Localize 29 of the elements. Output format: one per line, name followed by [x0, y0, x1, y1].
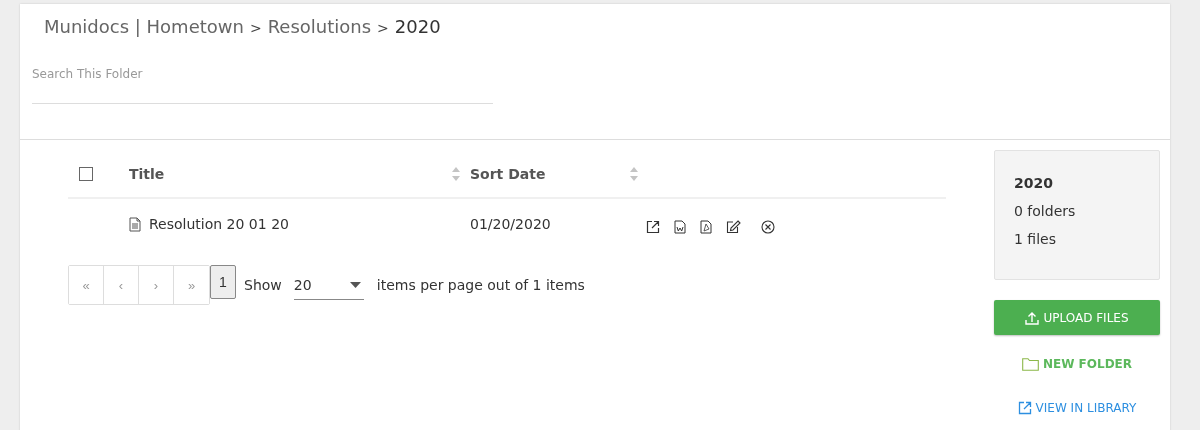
upload-icon — [1025, 310, 1040, 325]
word-document-icon[interactable] — [674, 220, 686, 234]
file-count: 1 files — [1014, 231, 1057, 247]
show-label: Show — [244, 277, 282, 293]
file-title[interactable]: Resolution 20 01 20 — [149, 216, 289, 232]
breadcrumb-item[interactable]: Munidocs | Hometown — [44, 16, 244, 37]
pagination-summary: items per page out of 1 items — [376, 277, 585, 293]
folder-icon — [1021, 357, 1039, 371]
column-header[interactable]: Sort Date — [470, 165, 546, 182]
breadcrumb-separator: > — [249, 20, 262, 36]
breadcrumb-item: 2020 — [394, 16, 441, 37]
page-button[interactable]: 1 — [210, 265, 236, 299]
column-header[interactable]: Title — [129, 165, 165, 182]
view-in-library-link[interactable]: VIEW IN LIBRARY — [1017, 401, 1137, 415]
page-size-dropdown[interactable]: 20 — [293, 270, 364, 300]
external-link-icon[interactable] — [646, 220, 660, 234]
caret-icon — [349, 281, 361, 288]
edit-icon[interactable] — [726, 220, 741, 234]
pdf-document-icon[interactable] — [700, 220, 712, 234]
breadcrumb-separator: > — [377, 20, 389, 36]
external-link-icon — [1017, 401, 1032, 415]
breadcrumb-item[interactable]: Resolutions — [267, 16, 372, 37]
table-cell: 01/20/2020 — [470, 216, 551, 232]
delete-icon[interactable] — [761, 220, 775, 234]
folder-count: 0 folders — [1014, 203, 1077, 219]
folder-name: 2020 — [1014, 175, 1054, 191]
first-page-button[interactable]: « — [69, 266, 104, 304]
document-icon — [129, 216, 141, 232]
select-all-checkbox[interactable] — [79, 166, 93, 181]
